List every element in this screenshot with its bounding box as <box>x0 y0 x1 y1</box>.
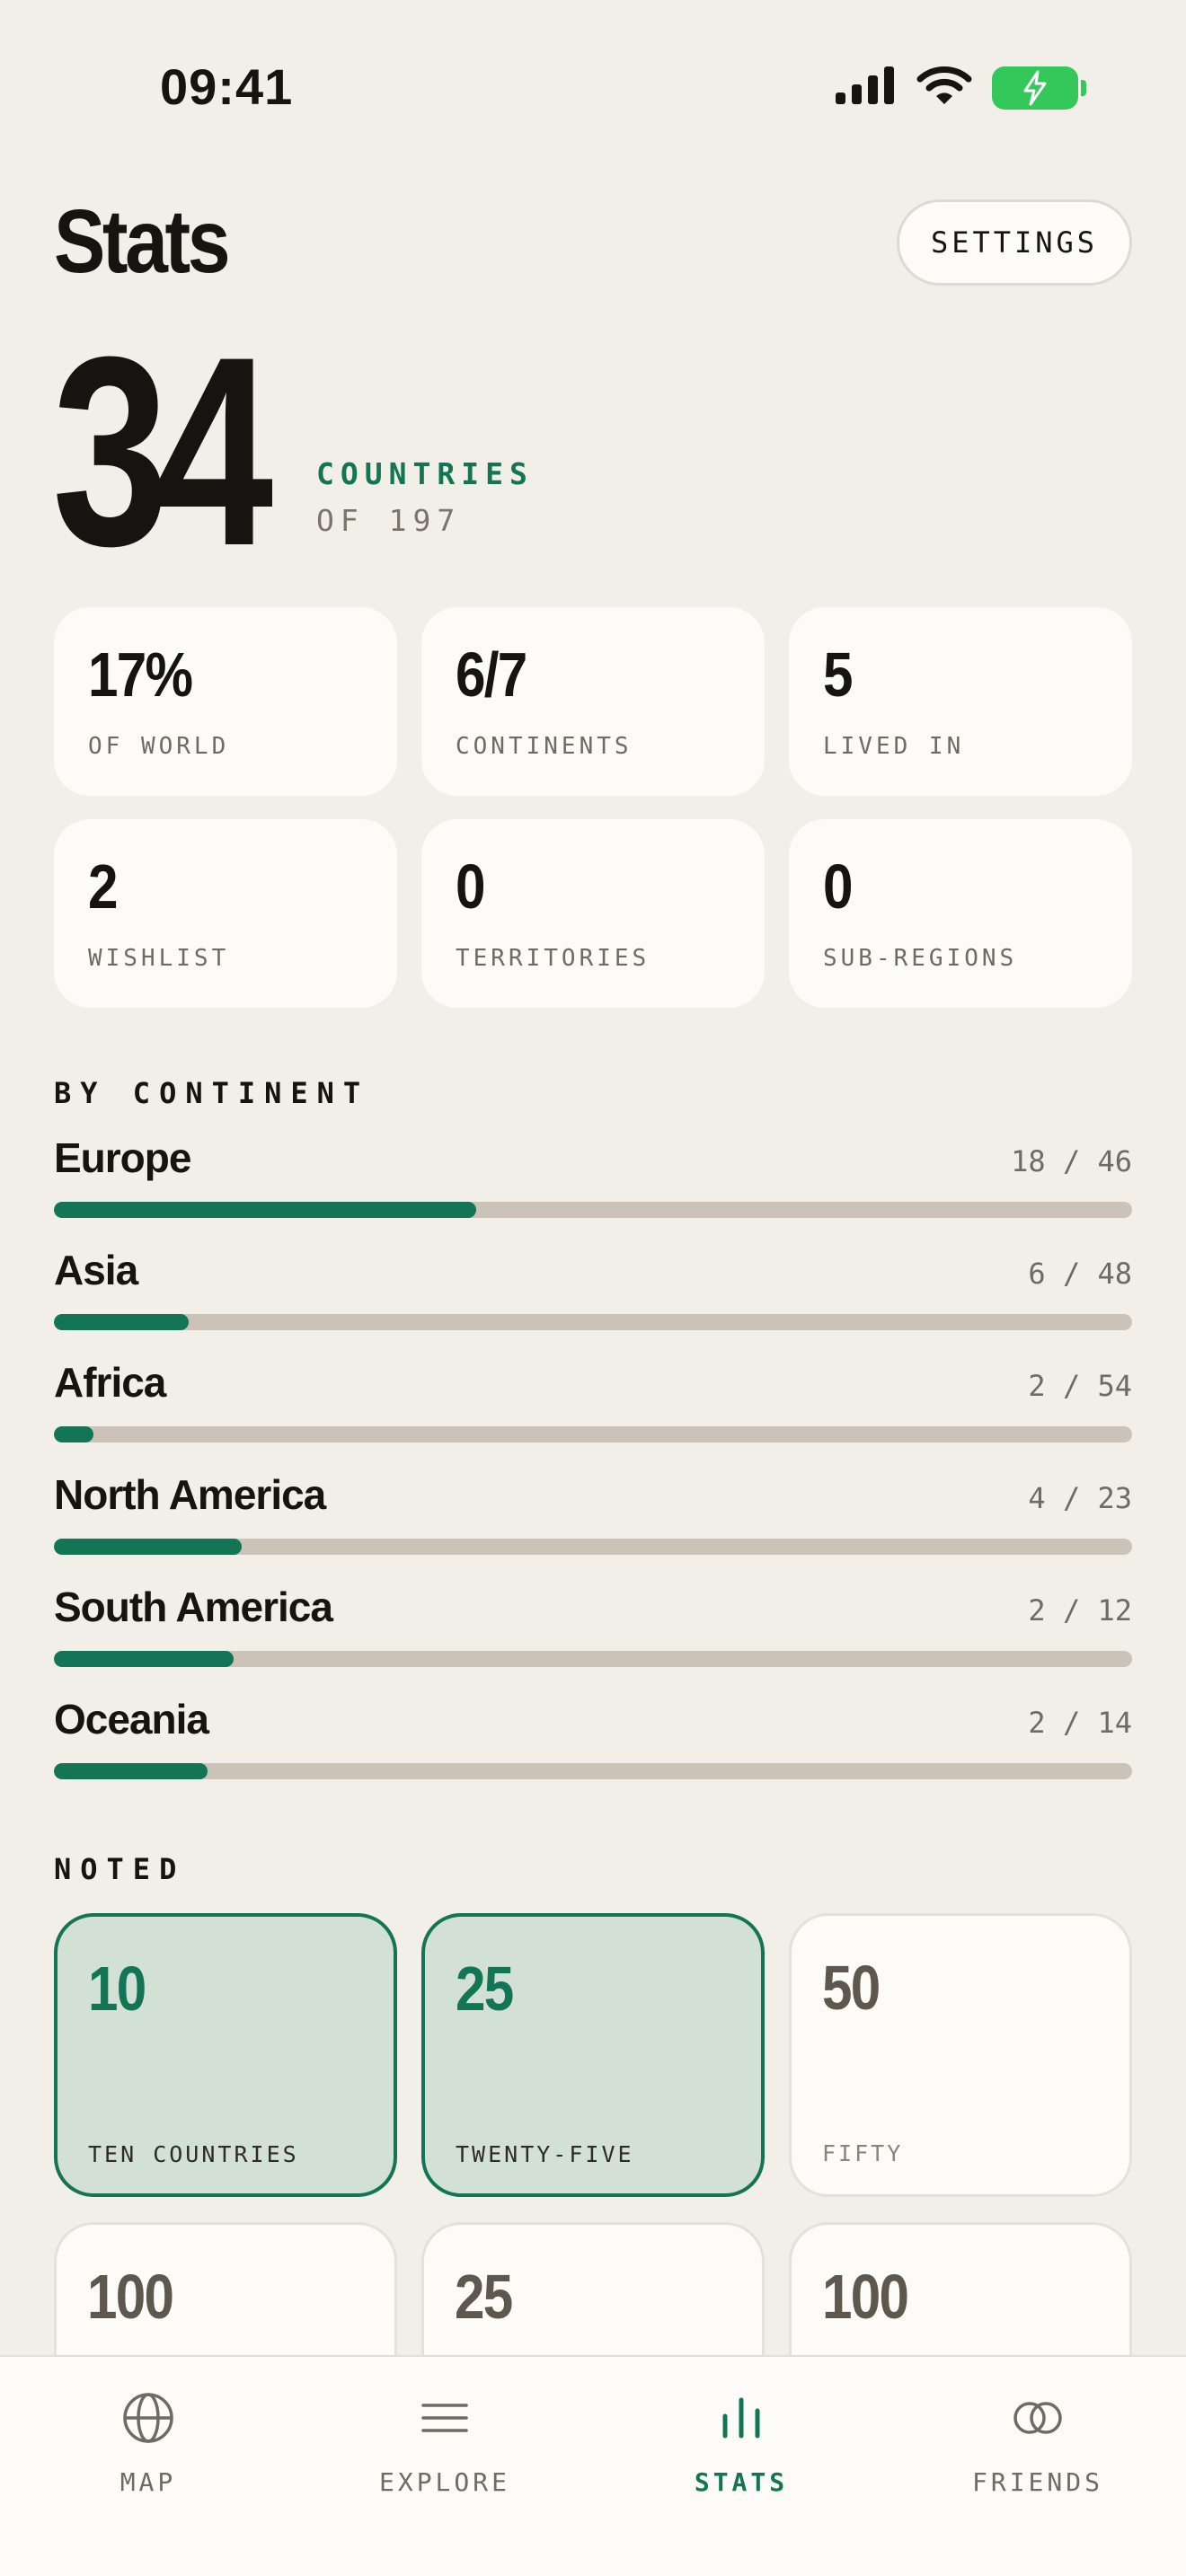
countries-count: 34 <box>52 300 273 602</box>
badge-label: TWENTY-FIVE <box>456 2141 634 2167</box>
progress-fill <box>54 1314 189 1330</box>
progress-track <box>54 1426 1132 1442</box>
list-icon <box>416 2389 474 2451</box>
badge-value: 10 <box>88 1954 146 2024</box>
continent-count: 4 / 23 <box>1028 1481 1132 1515</box>
tab-explore[interactable]: EXPLORE <box>296 2357 593 2576</box>
stat-label: WISHLIST <box>88 945 230 972</box>
progress-track <box>54 1539 1132 1555</box>
badge-value: 25 <box>455 2262 513 2332</box>
progress-fill <box>54 1763 208 1779</box>
noted-title: NOTED <box>54 1852 186 1886</box>
progress-fill <box>54 1202 476 1218</box>
tab-stats[interactable]: STATS <box>593 2357 890 2576</box>
globe-icon <box>119 2389 177 2451</box>
badge-value: 100 <box>87 2262 174 2332</box>
stat-value: 17% <box>88 640 193 710</box>
badge-label: FIFTY <box>822 2140 904 2166</box>
countries-label: COUNTRIES <box>316 456 534 491</box>
stat-value: 0 <box>456 851 485 922</box>
overlap-circles-icon <box>1009 2389 1067 2451</box>
continent-name: Africa <box>54 1359 166 1406</box>
stat-label: SUB-REGIONS <box>823 945 1018 972</box>
stat-value: 6/7 <box>456 640 527 710</box>
status-time: 09:41 <box>160 58 294 115</box>
continent-count: 2 / 54 <box>1028 1369 1132 1403</box>
stat-card-territories: 0 TERRITORIES <box>421 819 765 1008</box>
progress-track <box>54 1651 1132 1667</box>
continent-name: Asia <box>54 1247 138 1293</box>
stat-grid: 17% OF WORLD 6/7 CONTINENTS 5 LIVED IN 2… <box>54 607 1132 1008</box>
badge-card[interactable]: 50 FIFTY <box>789 1913 1132 2197</box>
continent-row-north-america[interactable]: North America 4 / 23 <box>54 1470 1132 1583</box>
stat-value: 5 <box>823 640 853 710</box>
tab-bar: MAP EXPLORE STATS FRIENDS <box>0 2355 1186 2576</box>
continent-name: Europe <box>54 1134 191 1181</box>
continent-count: 6 / 48 <box>1028 1257 1132 1291</box>
stat-card-sub-regions: 0 SUB-REGIONS <box>789 819 1132 1008</box>
stat-label: TERRITORIES <box>456 945 651 972</box>
countries-total: OF 197 <box>316 503 462 538</box>
tab-label: FRIENDS <box>971 2467 1103 2497</box>
badge-card[interactable]: 10 TEN COUNTRIES <box>54 1913 397 2197</box>
tab-label: MAP <box>119 2467 177 2497</box>
stat-card-lived-in: 5 LIVED IN <box>789 607 1132 796</box>
progress-track <box>54 1763 1132 1779</box>
stat-value: 0 <box>823 851 853 922</box>
stat-label: OF WORLD <box>88 733 230 760</box>
stat-card-wishlist: 2 WISHLIST <box>54 819 397 1008</box>
badge-value: 100 <box>822 2262 909 2332</box>
stat-card-world: 17% OF WORLD <box>54 607 397 796</box>
tab-label: STATS <box>694 2467 789 2497</box>
progress-fill <box>54 1426 94 1442</box>
badge-value: 50 <box>822 1953 881 2023</box>
wifi-icon <box>916 65 972 110</box>
badge-label: TEN COUNTRIES <box>88 2141 299 2167</box>
continent-name: South America <box>54 1584 333 1630</box>
continent-name: Oceania <box>54 1696 209 1742</box>
continent-name: North America <box>54 1471 326 1518</box>
cellular-signal-icon <box>834 66 897 110</box>
continent-row-oceania[interactable]: Oceania 2 / 14 <box>54 1695 1132 1807</box>
settings-button[interactable]: SETTINGS <box>897 199 1132 286</box>
progress-fill <box>54 1651 234 1667</box>
stat-value: 2 <box>88 851 118 922</box>
tab-friends[interactable]: FRIENDS <box>890 2357 1186 2576</box>
battery-icon <box>992 66 1086 110</box>
tab-label: EXPLORE <box>378 2467 510 2497</box>
progress-fill <box>54 1539 242 1555</box>
continent-count: 18 / 46 <box>1011 1144 1132 1178</box>
progress-track <box>54 1314 1132 1330</box>
status-icons <box>834 65 1086 110</box>
tab-map[interactable]: MAP <box>0 2357 296 2576</box>
continent-row-africa[interactable]: Africa 2 / 54 <box>54 1358 1132 1470</box>
continent-list: Europe 18 / 46 Asia 6 / 48 Africa 2 / 54… <box>54 1134 1132 1807</box>
stat-label: LIVED IN <box>823 733 965 760</box>
continent-row-asia[interactable]: Asia 6 / 48 <box>54 1246 1132 1358</box>
badge-value: 25 <box>456 1954 514 2024</box>
progress-track <box>54 1202 1132 1218</box>
continent-row-europe[interactable]: Europe 18 / 46 <box>54 1134 1132 1246</box>
bar-chart-icon <box>712 2389 770 2451</box>
badge-card[interactable]: 25 TWENTY-FIVE <box>421 1913 765 2197</box>
stat-label: CONTINENTS <box>456 733 633 760</box>
status-bar: 09:41 <box>0 0 1186 171</box>
page-title: Stats <box>54 191 231 292</box>
continent-count: 2 / 14 <box>1028 1706 1132 1740</box>
continent-row-south-america[interactable]: South America 2 / 12 <box>54 1583 1132 1695</box>
by-continent-title: BY CONTINENT <box>54 1076 370 1110</box>
stat-card-continents: 6/7 CONTINENTS <box>421 607 765 796</box>
continent-count: 2 / 12 <box>1028 1593 1132 1628</box>
